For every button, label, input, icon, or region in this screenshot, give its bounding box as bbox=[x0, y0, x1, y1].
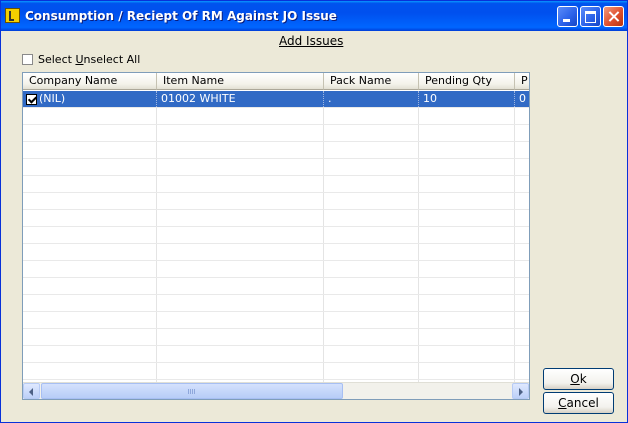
table-row[interactable]: (NIL) 01002 WHITE . 10 0 bbox=[23, 91, 529, 108]
close-button[interactable] bbox=[603, 6, 624, 27]
scroll-left-icon[interactable] bbox=[23, 383, 40, 399]
column-header-next[interactable]: P bbox=[515, 73, 529, 90]
empty-row bbox=[23, 312, 529, 329]
empty-row bbox=[23, 176, 529, 193]
empty-row bbox=[23, 210, 529, 227]
maximize-button[interactable] bbox=[580, 6, 601, 27]
row-checkbox[interactable] bbox=[26, 93, 37, 105]
empty-row bbox=[23, 244, 529, 261]
column-header-pending-qty[interactable]: Pending Qty bbox=[419, 73, 515, 90]
company-cell: (NIL) bbox=[23, 91, 157, 107]
cancel-button[interactable]: Cancel bbox=[543, 392, 614, 414]
window-title: Consumption / Reciept Of RM Against JO I… bbox=[25, 9, 337, 23]
empty-row bbox=[23, 193, 529, 210]
empty-row bbox=[23, 346, 529, 363]
empty-row bbox=[23, 329, 529, 346]
section-heading: Add Issues bbox=[279, 34, 344, 48]
item-name-cell: 01002 WHITE bbox=[157, 91, 324, 107]
empty-row bbox=[23, 295, 529, 312]
empty-row bbox=[23, 227, 529, 244]
empty-row bbox=[23, 142, 529, 159]
scrollbar-thumb[interactable] bbox=[41, 383, 343, 399]
app-icon[interactable] bbox=[5, 8, 20, 23]
next-col-cell: 0 bbox=[519, 92, 526, 105]
title-bar[interactable]: Consumption / Reciept Of RM Against JO I… bbox=[1, 1, 627, 31]
issues-grid[interactable]: Company Name Item Name Pack Name Pending… bbox=[22, 72, 530, 400]
empty-row bbox=[23, 363, 529, 380]
minimize-button[interactable] bbox=[557, 6, 578, 27]
scroll-right-icon[interactable] bbox=[512, 383, 529, 399]
empty-row bbox=[23, 108, 529, 125]
empty-row bbox=[23, 261, 529, 278]
column-header-pack-name[interactable]: Pack Name bbox=[324, 73, 419, 90]
column-header-item-name[interactable]: Item Name bbox=[157, 73, 324, 90]
select-all-checkbox[interactable] bbox=[22, 53, 33, 65]
empty-row bbox=[23, 125, 529, 142]
ok-button[interactable]: Ok bbox=[543, 368, 614, 390]
dialog-window: Consumption / Reciept Of RM Against JO I… bbox=[0, 0, 628, 423]
empty-row bbox=[23, 159, 529, 176]
select-all-label: Select Unselect All bbox=[38, 52, 141, 66]
horizontal-scrollbar[interactable] bbox=[23, 382, 529, 399]
select-unselect-all[interactable]: Select Unselect All bbox=[22, 52, 140, 66]
pack-name-cell: . bbox=[324, 91, 419, 107]
column-header-company-name[interactable]: Company Name bbox=[23, 73, 157, 90]
pending-qty-cell: 10 bbox=[419, 91, 515, 107]
empty-row bbox=[23, 278, 529, 295]
